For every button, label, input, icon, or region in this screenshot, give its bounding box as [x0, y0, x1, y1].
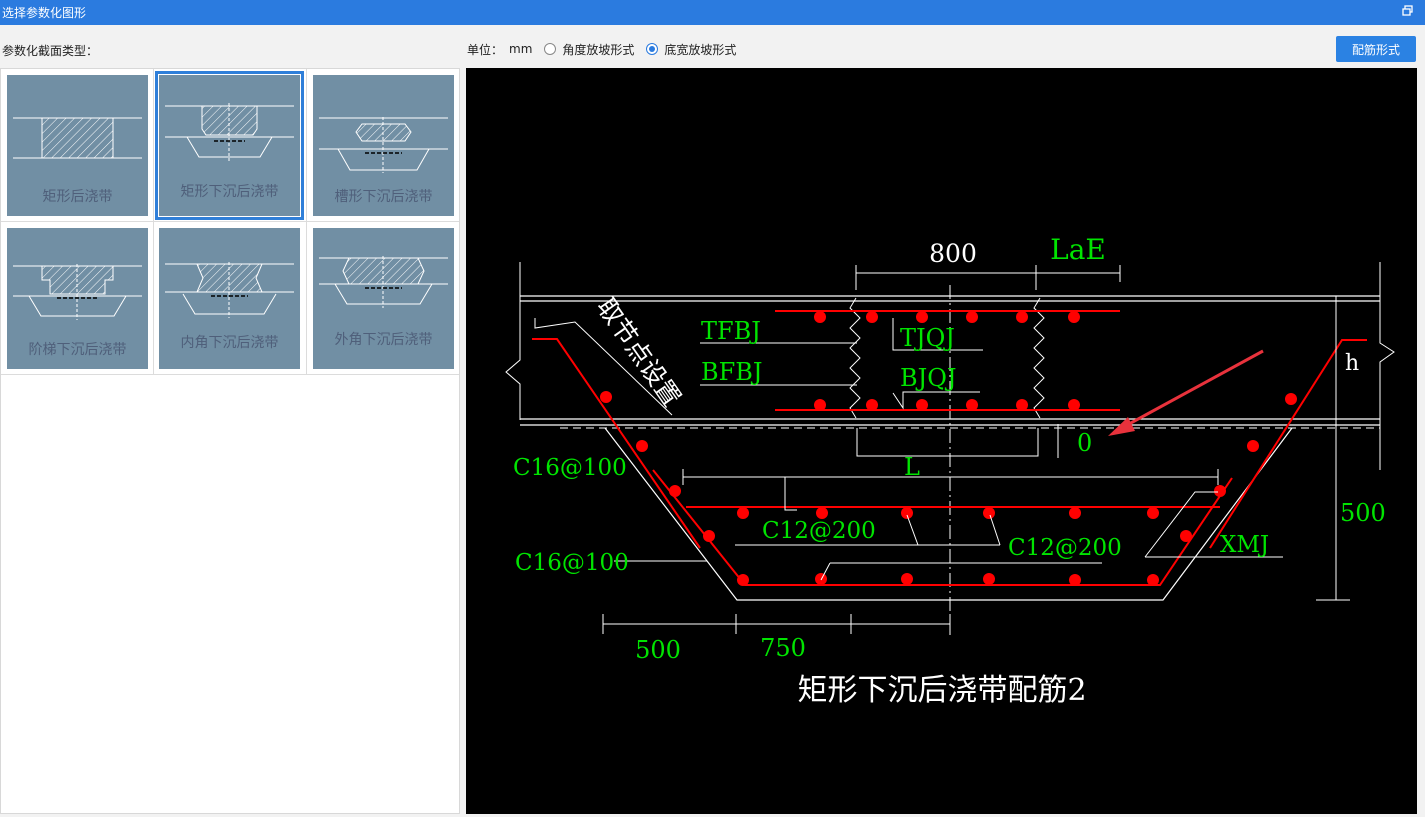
- window-title: 选择参数化图形: [2, 6, 87, 20]
- width-dimension: 800: [929, 239, 977, 268]
- zero-label: 0: [1077, 429, 1092, 457]
- thumb-caption: 矩形下沉后浇带: [180, 184, 279, 200]
- tfbj-label: TFBJ: [701, 317, 761, 345]
- trench-outline: [604, 427, 1293, 601]
- section-type-panel: 矩形后浇带 矩形下沉后浇带 槽形下沉后浇带 阶梯下沉后浇带 内角下沉后浇带 外角…: [0, 68, 460, 814]
- red-arrow: [1117, 349, 1264, 432]
- thumb-inner-angle-sunken-post-pour[interactable]: 内角下沉后浇带: [159, 228, 300, 369]
- pour-edge-left: [849, 297, 861, 419]
- thumb-outer-angle-sunken-post-pour[interactable]: 外角下沉后浇带: [313, 228, 454, 369]
- thumb-caption: 矩形后浇带: [42, 189, 113, 205]
- title-bar: 选择参数化图形: [0, 0, 1425, 25]
- thumb-stepped-sunken-post-pour[interactable]: 阶梯下沉后浇带: [7, 228, 148, 369]
- thumb-caption: 阶梯下沉后浇带: [28, 342, 127, 358]
- c16-bottom-label: C16@100: [515, 550, 629, 576]
- c16-top-label: C16@100: [513, 455, 627, 481]
- break-line-right: [1379, 262, 1395, 470]
- lae-label: LaE: [1050, 233, 1106, 266]
- left-slope-rebar: [532, 338, 701, 549]
- unit-label: 单位：: [467, 42, 504, 57]
- dim-mid-value: 750: [760, 634, 806, 662]
- thumb-caption: 外角下沉后浇带: [334, 332, 433, 348]
- section-type-label: 参数化截面类型：: [2, 44, 99, 58]
- width-slope-radio[interactable]: [646, 43, 659, 55]
- restore-icon[interactable]: [1401, 4, 1415, 18]
- preview-canvas: 800 LaE 取节点设置 TFBJ TJQJ BFBJ BJQJ h 500 …: [466, 68, 1417, 814]
- grid-divider: [1, 374, 459, 375]
- thumb-caption: 内角下沉后浇带: [180, 335, 279, 351]
- unit-value: mm: [509, 42, 533, 56]
- dim-left-value: 500: [635, 636, 681, 664]
- width-slope-label[interactable]: 底宽放坡形式: [664, 41, 736, 58]
- angle-slope-label[interactable]: 角度放坡形式: [562, 41, 634, 58]
- bfbj-label: BFBJ: [701, 358, 763, 386]
- bjqj-label: BJQJ: [900, 364, 957, 392]
- thumb-rect-sunken-post-pour[interactable]: 矩形下沉后浇带: [155, 71, 304, 220]
- tjqj-label: TJQJ: [900, 324, 955, 352]
- rebar-form-button[interactable]: 配筋形式: [1336, 36, 1416, 62]
- drawing-title: 矩形下沉后浇带配筋2: [797, 673, 1086, 708]
- depth-dimension: 500: [1340, 499, 1386, 527]
- angle-slope-radio[interactable]: [544, 43, 557, 55]
- grid-divider: [1, 221, 459, 222]
- xmj-label: XMJ: [1220, 532, 1269, 558]
- h-label: h: [1345, 351, 1359, 376]
- unit-row: 单位： mm 角度放坡形式 底宽放坡形式: [467, 40, 736, 58]
- thumb-rect-post-pour[interactable]: 矩形后浇带: [7, 75, 148, 216]
- thumb-caption: 槽形下沉后浇带: [334, 189, 433, 205]
- c12-right-label: C12@200: [1008, 535, 1122, 561]
- thumb-trough-sunken-post-pour[interactable]: 槽形下沉后浇带: [313, 75, 454, 216]
- pour-edge-right: [1033, 297, 1045, 419]
- section-drawing: 800 LaE 取节点设置 TFBJ TJQJ BFBJ BJQJ h 500 …: [505, 233, 1395, 708]
- c12-left-label: C12@200: [762, 518, 876, 544]
- trench-bottom-rebar: [652, 469, 1233, 586]
- break-line-left: [505, 262, 521, 420]
